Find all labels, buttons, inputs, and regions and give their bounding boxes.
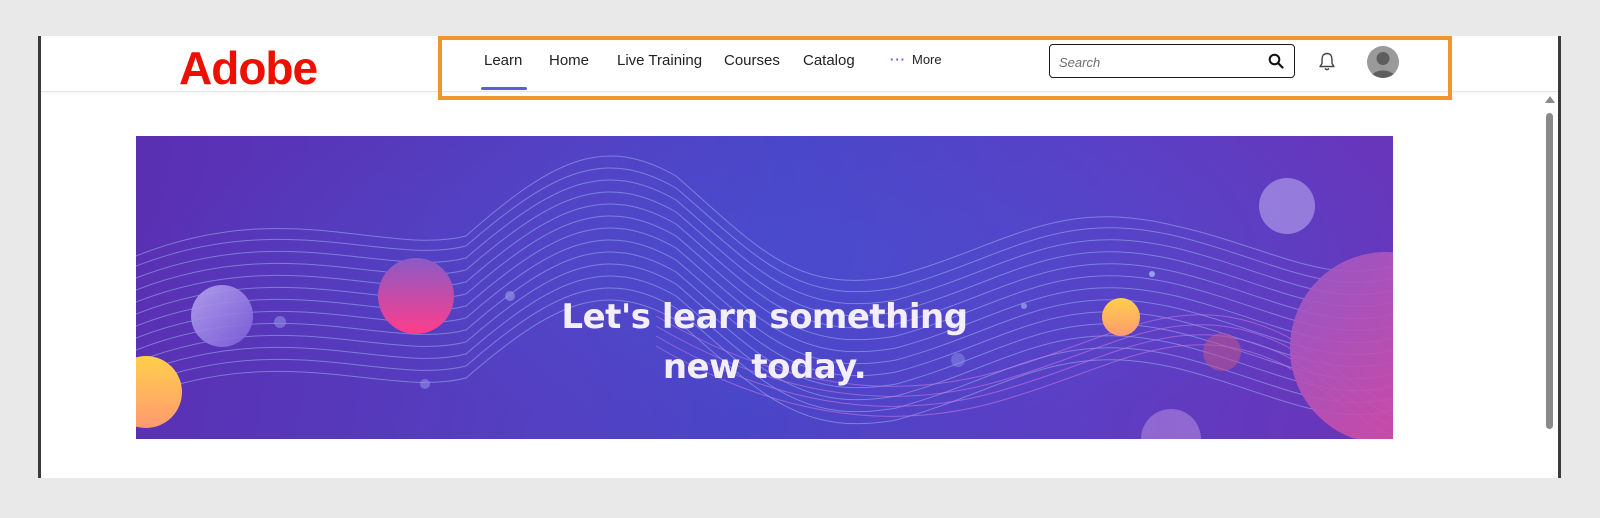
more-menu-button[interactable]: ··· More bbox=[890, 52, 942, 67]
bell-icon[interactable] bbox=[1317, 51, 1337, 73]
active-tab-indicator bbox=[481, 87, 527, 90]
banner-line-2: new today. bbox=[662, 347, 867, 387]
nav-tab-live-training[interactable]: Live Training bbox=[617, 52, 702, 69]
banner-heading: Let's learn something new today. bbox=[136, 292, 1393, 392]
search-box[interactable] bbox=[1049, 44, 1295, 78]
avatar-silhouette-icon bbox=[1371, 52, 1395, 78]
search-icon[interactable] bbox=[1268, 53, 1284, 69]
nav-tab-catalog[interactable]: Catalog bbox=[803, 52, 855, 69]
more-label: More bbox=[912, 52, 942, 67]
scroll-up-arrow-icon[interactable] bbox=[1545, 96, 1555, 103]
nav-tab-home[interactable]: Home bbox=[549, 52, 589, 69]
app-window: Adobe Learn Home Live Training Courses C… bbox=[38, 36, 1561, 478]
scroll-thumb[interactable] bbox=[1546, 113, 1553, 429]
top-navigation-bar: Adobe Learn Home Live Training Courses C… bbox=[41, 36, 1558, 92]
ellipsis-icon: ··· bbox=[890, 52, 906, 67]
banner-line-1: Let's learn something bbox=[561, 297, 968, 337]
nav-tab-courses[interactable]: Courses bbox=[724, 52, 780, 69]
nav-tab-learn[interactable]: Learn bbox=[484, 52, 522, 69]
vertical-scrollbar[interactable] bbox=[1544, 96, 1556, 476]
search-input[interactable] bbox=[1059, 52, 1259, 72]
user-avatar[interactable] bbox=[1367, 46, 1399, 78]
adobe-logo[interactable]: Adobe bbox=[179, 44, 318, 92]
banner-wave-graphic bbox=[136, 136, 1393, 439]
hero-banner: Let's learn something new today. bbox=[136, 136, 1393, 439]
